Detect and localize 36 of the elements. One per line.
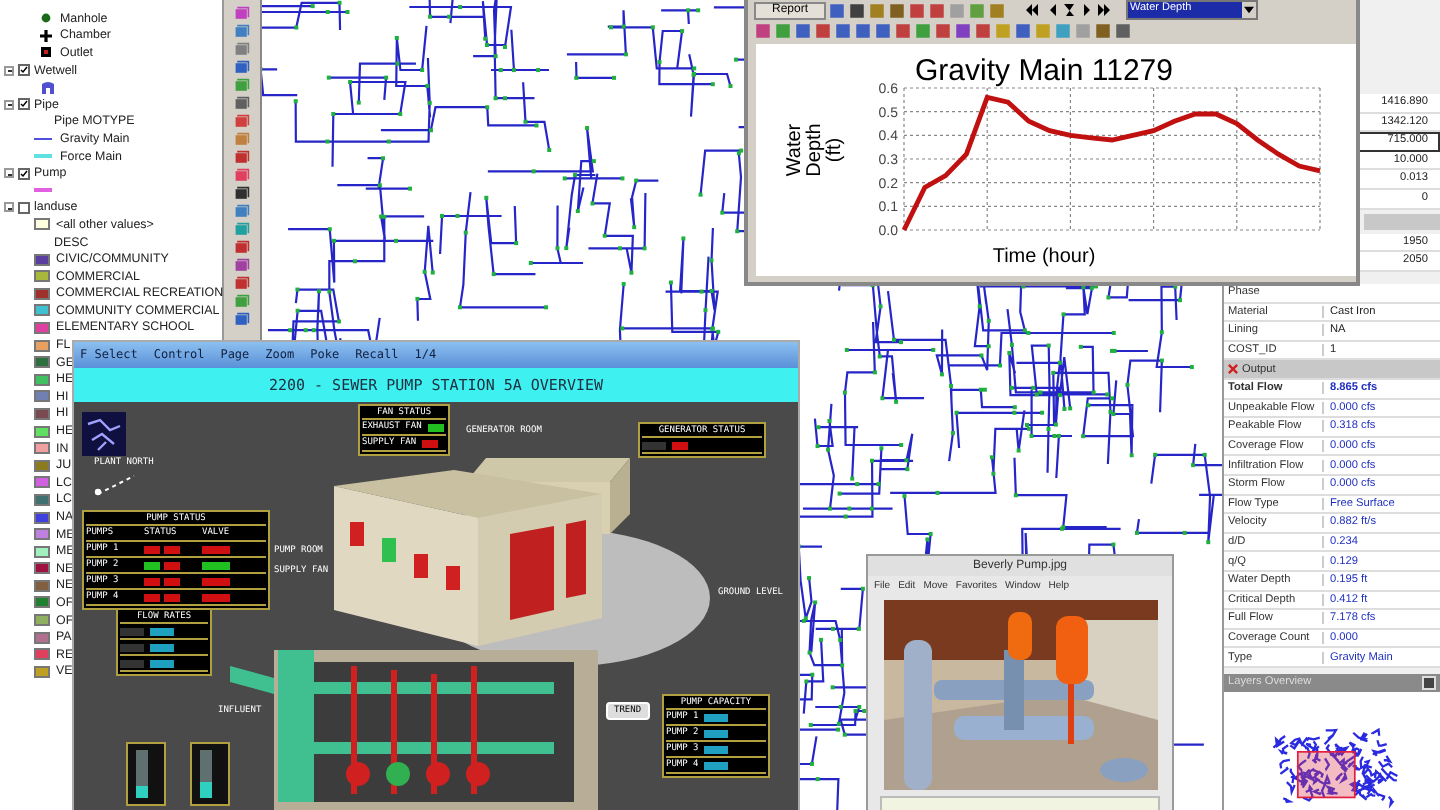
collapse-icon[interactable] bbox=[4, 65, 14, 76]
collapse-icon[interactable] bbox=[4, 99, 14, 110]
valve-indicator bbox=[202, 561, 230, 569]
wetwell-icon bbox=[40, 79, 56, 96]
pipe-drawing bbox=[230, 666, 274, 694]
chart-title: Gravity Main 11279 bbox=[915, 54, 1173, 88]
tool-icon[interactable] bbox=[234, 275, 250, 291]
square-icon bbox=[40, 46, 52, 59]
valve-indicator bbox=[202, 577, 230, 585]
close-icon[interactable] bbox=[1228, 364, 1238, 375]
tool-icon[interactable] bbox=[234, 185, 250, 201]
checkbox[interactable] bbox=[18, 98, 30, 111]
level-gauge-icon bbox=[190, 742, 230, 806]
level-gauge-icon bbox=[126, 742, 166, 806]
tool-icon[interactable] bbox=[234, 257, 250, 273]
tool-icon[interactable] bbox=[234, 149, 250, 165]
valve-indicator bbox=[202, 593, 230, 601]
caret-icon bbox=[1244, 6, 1255, 14]
valve-indicator bbox=[202, 545, 230, 553]
axis-label: Time (hour) bbox=[992, 246, 1096, 268]
checkbox[interactable] bbox=[18, 201, 30, 214]
collapse-icon[interactable] bbox=[4, 202, 14, 213]
tool-icon[interactable] bbox=[234, 239, 250, 255]
tool-icon[interactable] bbox=[234, 311, 250, 327]
tool-icon[interactable] bbox=[234, 95, 250, 111]
tool-icon[interactable] bbox=[234, 59, 250, 75]
checkbox[interactable] bbox=[18, 64, 30, 77]
cross-icon bbox=[40, 29, 52, 42]
dot-icon bbox=[40, 12, 52, 25]
section-row bbox=[1364, 213, 1440, 230]
navigation-icon[interactable] bbox=[1024, 2, 1113, 18]
checkbox[interactable] bbox=[18, 167, 30, 180]
north-arrow-icon bbox=[94, 472, 138, 496]
collapse-icon[interactable] bbox=[4, 168, 14, 179]
minimap-icon bbox=[82, 412, 126, 456]
axis-label: Water Depth (ft) bbox=[784, 123, 846, 177]
